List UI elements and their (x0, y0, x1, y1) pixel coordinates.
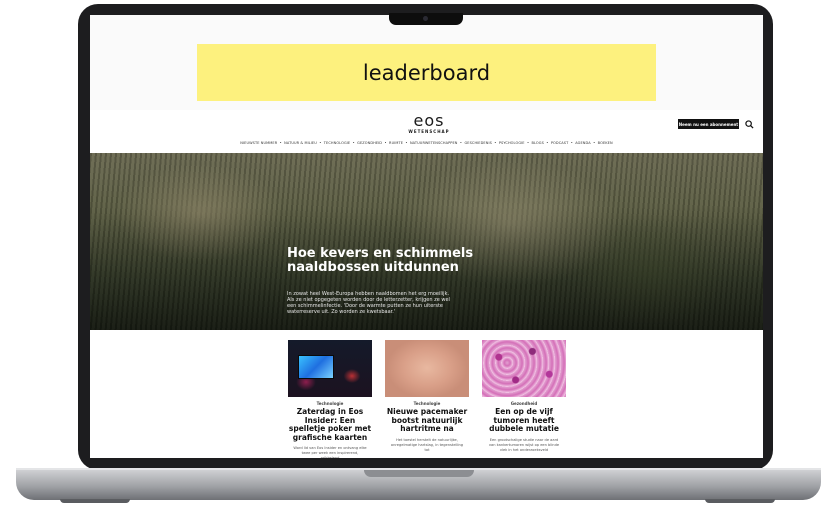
main-navigation: NIEUWSTE NUMMER • NATUUR & MILIEU • TECHNOLO… (90, 141, 763, 151)
nav-item[interactable]: GEZONDHEID (357, 141, 382, 145)
card-summary: Het toestel herstelt de natuurlijke, onr… (390, 437, 464, 452)
site-logo[interactable]: eos WETENSCHAP (404, 111, 454, 135)
hero-title[interactable]: Hoe kevers en schimmels naaldbossen uitd… (287, 247, 487, 275)
card-title[interactable]: Zaterdag in Eos Insider: Een spelletje p… (288, 407, 372, 442)
nav-separator: • (459, 141, 463, 145)
laptop-foot (60, 499, 130, 503)
card-image-tumor-cells[interactable] (482, 340, 566, 397)
nav-separator: • (593, 141, 596, 145)
card-summary: Word lid van Eos Insider en ontvang elke… (293, 446, 367, 458)
card-title[interactable]: Een op de vijf tumoren heeft dubbele mut… (482, 407, 566, 434)
logo-subtitle: WETENSCHAP (408, 129, 450, 134)
nav-separator: • (405, 141, 408, 145)
leaderboard-ad[interactable]: leaderboard (197, 44, 656, 101)
nav-separator: • (279, 141, 282, 145)
nav-item[interactable]: TECHNOLOGIE (324, 141, 350, 145)
nav-separator: • (352, 141, 355, 145)
hero-summary: In zowat heel West-Europa hebben naaldbo… (287, 291, 450, 315)
camera-icon (423, 16, 428, 21)
card-category: Technologie (316, 401, 344, 406)
nav-item[interactable]: NIEUWSTE NUMMER (240, 141, 277, 145)
monitor-image (298, 355, 334, 379)
card-image-gaming[interactable] (288, 340, 372, 397)
nav-item[interactable]: NATUURWETENSCHAPPEN (410, 141, 458, 145)
camera-notch (389, 13, 463, 25)
article-cards: Technologie Zaterdag in Eos Insider: Een… (90, 330, 763, 458)
browser-screen: leaderboard eos WETENSCHAP Neem nu een a… (90, 15, 763, 458)
logo-wordmark: eos (413, 111, 445, 130)
nav-item[interactable]: NATUUR & MILIEU (284, 141, 317, 145)
nav-item[interactable]: PODCAST (551, 141, 568, 145)
hero-article[interactable]: Hoe kevers en schimmels naaldbossen uitd… (90, 153, 763, 330)
nav-item[interactable]: PSYCHOLOGIE (499, 141, 525, 145)
laptop-opening-notch (364, 470, 474, 477)
card-category: Technologie (413, 401, 441, 406)
nav-item[interactable]: AGENDA (575, 141, 591, 145)
nav-separator: • (570, 141, 573, 145)
card-image-pacemaker[interactable] (385, 340, 469, 397)
subscribe-button[interactable]: Neem nu een abonnement (678, 119, 739, 129)
nav-separator: • (319, 141, 322, 145)
card-summary: Een grootschalige studie naar de aard va… (488, 437, 560, 452)
nav-item[interactable]: RUIMTE (389, 141, 403, 145)
nav-item[interactable]: GESCHIEDENIS (464, 141, 491, 145)
nav-separator: • (494, 141, 497, 145)
ad-area: leaderboard (90, 15, 763, 110)
article-card[interactable]: Gezondheid Een op de vijf tumoren heeft … (482, 340, 566, 453)
search-icon[interactable] (745, 120, 754, 129)
nav-item[interactable]: BLOGS (532, 141, 544, 145)
site-header: eos WETENSCHAP Neem nu een abonnement (90, 110, 763, 138)
card-title[interactable]: Nieuwe pacemaker bootst natuurlijk hartr… (385, 407, 469, 434)
article-card[interactable]: Technologie Zaterdag in Eos Insider: Een… (288, 340, 372, 458)
laptop-foot (705, 499, 775, 503)
nav-separator: • (526, 141, 530, 145)
article-card[interactable]: Technologie Nieuwe pacemaker bootst natu… (385, 340, 469, 453)
card-category: Gezondheid (510, 401, 538, 406)
nav-separator: • (546, 141, 549, 145)
nav-separator: • (384, 141, 387, 145)
nav-item[interactable]: BOEKEN (598, 141, 613, 145)
